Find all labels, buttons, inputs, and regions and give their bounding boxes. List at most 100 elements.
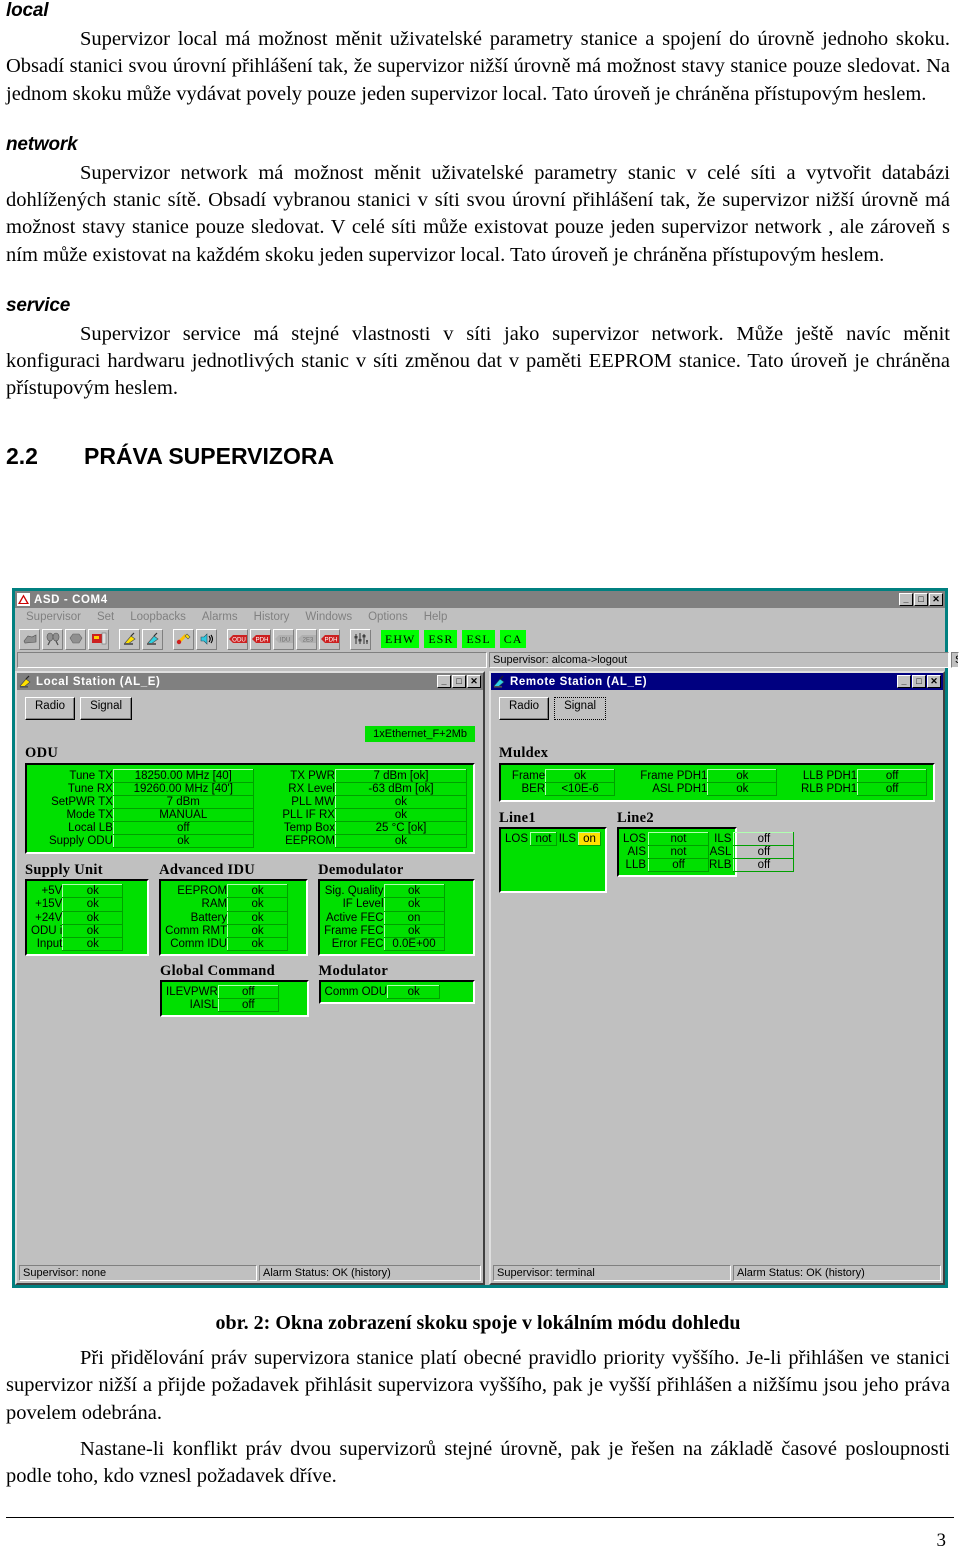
remote-station-title-text: Remote Station (AL_E) [510,675,648,688]
odu-key: Supply ODU [48,834,113,847]
menu-item-options[interactable]: Options [361,610,415,624]
remote-status-alarm: Alarm Status: OK (history) [733,1265,941,1281]
close-icon[interactable]: ✕ [929,593,943,606]
supply-value: ok [62,910,124,925]
asd-application-window[interactable]: ASD - COM4 _ □ ✕ Supervisor Set Loopback… [12,588,959,1288]
line2-value: off [733,858,795,873]
app-title-bar: ASD - COM4 _ □ ✕ [15,591,945,608]
menu-item-supervisor[interactable]: Supervisor [19,610,88,624]
paragraph-service: Supervizor service má stejné vlastnosti … [6,322,950,400]
rx-radio-icon[interactable] [142,628,163,650]
status-field-empty [17,652,487,668]
minimize-icon[interactable]: _ [437,675,451,688]
group-demodulator-panel: Sig. Quality ok IF Level ok Active FEC on F… [318,879,475,956]
table-row: SetPWR TX 7 dBm PLL MW ok [33,794,468,809]
app-status-bar: Supervisor: alcoma->logout Station Addre… [15,652,959,669]
close-icon[interactable]: ✕ [927,675,941,688]
pdh-alarm-icon[interactable]: PDH [250,628,271,650]
app-window-controls[interactable]: _ □ ✕ [899,593,943,606]
table-row: IAISL off [166,998,279,1013]
minimize-icon[interactable]: _ [897,675,911,688]
group-odu: ODU Tune TX 18250.00 MHz [40] TX PWR 7 d… [25,746,475,854]
tab-radio[interactable]: Radio [25,697,76,720]
demod-key: Frame FEC [324,924,384,937]
status-badge-ehw[interactable]: EHW [381,630,420,648]
odu-value: 7 dBm [ok] [334,768,468,783]
menu-item-alarms[interactable]: Alarms [195,610,245,624]
odu-alarm-icon[interactable]: ODU [227,628,248,650]
stop-icon[interactable] [65,628,86,650]
footer-divider [6,1517,954,1518]
demod-value: ok [383,884,445,899]
line2-key: AIS [627,846,647,859]
table-row: Error FEC 0.0E+00 [324,936,445,951]
minimize-icon[interactable]: _ [899,593,913,606]
odu-value: ok [334,807,468,822]
demod-value: ok [383,897,445,912]
svg-text:IDU: IDU [279,638,289,644]
tab-radio[interactable]: Radio [499,697,550,720]
pdh-red-icon[interactable]: PDH [319,628,340,650]
odu-value: MANUAL [112,807,254,822]
status-field-station-address: Station Address: LOCAL [951,652,959,668]
demod-key: Active FEC [326,911,384,924]
remote-station-tabs[interactable]: Radio Signal [491,690,943,720]
table-row: LOS not ILS off [623,832,795,847]
menu-bar[interactable]: Supervisor Set Loopbacks Alarms History … [15,608,945,626]
term-heading-local: local [6,0,49,21]
line1-value: not [530,832,558,847]
maximize-icon[interactable]: □ [452,675,466,688]
table-row: +24V ok [31,910,124,925]
local-status-supervisor: Supervisor: none [19,1265,257,1281]
status-badge-ca[interactable]: CA [499,630,527,648]
local-station-tabs[interactable]: Radio Signal [17,690,483,720]
remote-station-window[interactable]: Remote Station (AL_E) _ □ ✕ Radio Signal… [489,671,945,1285]
maximize-icon[interactable]: □ [914,593,928,606]
satellite-dish-icon [493,675,506,688]
status-badge-esl[interactable]: ESL [462,630,495,648]
muldex-key: Frame PDH1 [640,769,708,782]
menu-item-windows[interactable]: Windows [298,610,359,624]
remote-station-window-controls[interactable]: _ □ ✕ [897,675,941,688]
connect-icon[interactable] [19,628,40,650]
line2-key: RLB [709,859,732,872]
local-station-window-controls[interactable]: _ □ ✕ [437,675,481,688]
tab-signal[interactable]: Signal [80,697,133,720]
odu-key: RX Level [288,782,335,795]
save-icon[interactable] [88,628,109,650]
tools-icon[interactable] [173,628,194,650]
idu-gray-icon[interactable]: IDU [273,628,294,650]
line2-key: ASL [709,846,732,859]
table-row: Local LB off Temp Box 25 °C [ok] [33,820,468,835]
app-title-text: ASD - COM4 [34,593,108,606]
maximize-icon[interactable]: □ [912,675,926,688]
supply-key: +15V [35,898,63,911]
muldex-value: ok [707,768,778,783]
idu-value: ok [227,910,289,925]
odu-value: 18250.00 MHz [40] [112,768,254,783]
table-row: LLB off RLB off [623,858,795,873]
tx-radio-icon[interactable] [119,628,140,650]
group-demodulator: Demodulator Sig. Quality ok IF Level ok Ac… [318,863,475,956]
speaker-icon[interactable] [196,628,217,650]
disconnect-icon[interactable] [42,628,63,650]
menu-item-set[interactable]: Set [90,610,121,624]
document-body: local Supervizor local má možnost měnit … [0,0,960,470]
e1-gray-icon[interactable]: 2E3 [296,628,317,650]
menu-item-history[interactable]: History [247,610,297,624]
local-station-window[interactable]: Local Station (AL_E) _ □ ✕ Radio Signal … [15,671,485,1285]
supply-key: +5V [41,885,63,898]
menu-item-loopbacks[interactable]: Loopbacks [123,610,193,624]
close-icon[interactable]: ✕ [467,675,481,688]
group-line1-label: Line1 [499,809,536,826]
odu-key: Local LB [68,821,113,834]
term-block-service: service Supervizor service má stejné vla… [6,295,950,403]
supply-key: +24V [35,911,63,924]
settings-icon[interactable] [350,628,371,650]
status-badge-esr[interactable]: ESR [424,630,458,648]
toolbar[interactable]: ODU PDH IDU 2E3 PDH EHW ESR ESL CA [15,626,945,652]
group-muldex-panel: Frame ok Frame PDH1 ok LLB PDH1 off BER [499,762,935,802]
menu-item-help[interactable]: Help [417,610,455,624]
group-advanced-idu-label: Advanced IDU [159,861,255,878]
tab-signal[interactable]: Signal [554,697,607,720]
